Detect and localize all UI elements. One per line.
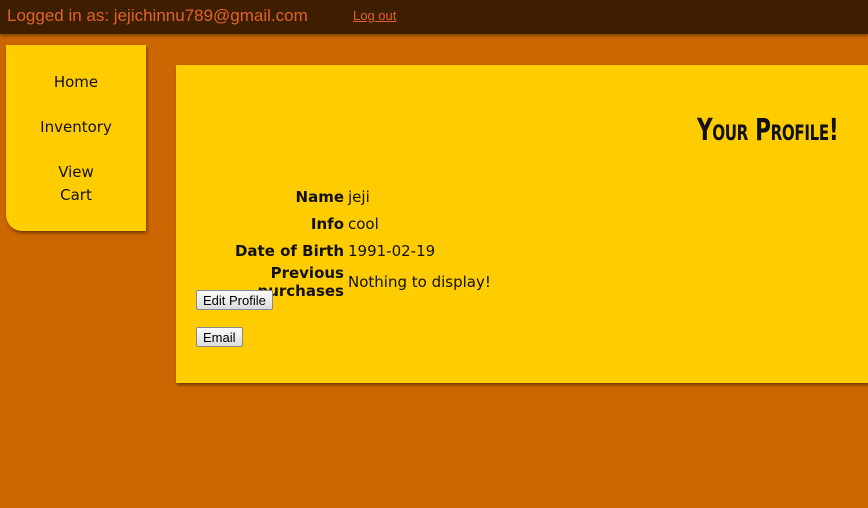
sidebar-item-view-cart[interactable]: View Cart	[6, 161, 146, 207]
edit-profile-button[interactable]: Edit Profile	[196, 290, 273, 310]
logged-in-status: Logged in as: jejichinnu789@gmail.com	[7, 6, 308, 25]
name-label: Name	[295, 187, 344, 206]
sidebar-item-inventory[interactable]: Inventory	[6, 116, 146, 139]
sidebar-item-home[interactable]: Home	[6, 71, 146, 94]
logout-link[interactable]: Log out	[353, 8, 396, 23]
info-value: cool	[348, 214, 379, 233]
page-title: Your Profile!	[696, 113, 839, 148]
email-button[interactable]: Email	[196, 327, 243, 347]
profile-row-info: Info cool	[196, 210, 493, 237]
info-label: Info	[310, 214, 344, 233]
name-value: jeji	[348, 187, 370, 206]
profile-panel: Your Profile! Name jeji Info cool Date o…	[176, 65, 868, 383]
profile-details-table: Name jeji Info cool Date of Birth 1991-0…	[196, 183, 493, 301]
sidebar-item-view-cart-line1: View	[58, 163, 94, 181]
top-bar: Logged in as: jejichinnu789@gmail.com Lo…	[0, 0, 868, 34]
profile-row-name: Name jeji	[196, 183, 493, 210]
purchases-value: Nothing to display!	[348, 273, 491, 291]
profile-row-dob: Date of Birth 1991-02-19	[196, 237, 493, 264]
sidebar-item-view-cart-line2: Cart	[60, 186, 92, 204]
dob-value: 1991-02-19	[348, 241, 436, 260]
dob-label: Date of Birth	[234, 241, 344, 260]
sidebar-nav: Home Inventory View Cart	[6, 45, 146, 231]
